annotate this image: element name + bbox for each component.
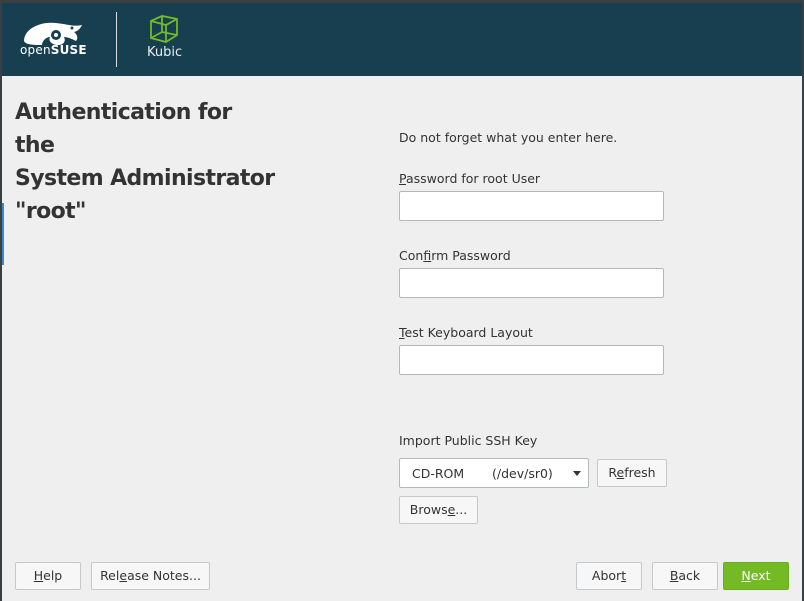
chevron-down-icon [573,471,581,476]
ssh-device-name: CD-ROM [412,466,465,481]
browse-button[interactable]: Browse... [399,496,478,524]
password-label: Password for root User [399,171,541,186]
confirm-password-label: Confirm Password [399,248,511,263]
release-notes-button[interactable]: Release Notes... [91,562,210,590]
kubic-wordmark: Kubic [147,45,183,60]
ssh-key-label: Import Public SSH Key [399,433,538,448]
refresh-button[interactable]: Refresh [597,459,667,487]
header-banner: openSUSE Kubic [2,3,802,76]
opensuse-wordmark: openSUSE [20,43,87,57]
next-button[interactable]: Next [723,562,789,590]
hint-text: Do not forget what you enter here. [399,130,618,145]
banner-divider [116,12,117,67]
installer-window: openSUSE Kubic Authentication for the Sy… [2,3,802,601]
test-keyboard-label: Test Keyboard Layout [399,325,533,340]
kubic-cube-icon [150,15,178,43]
left-accent-bar [2,203,4,265]
test-keyboard-input[interactable] [399,345,664,375]
confirm-password-input[interactable] [399,268,664,298]
ssh-device-select[interactable]: CD-ROM (/dev/sr0) [399,458,589,488]
help-button[interactable]: Help [15,562,81,590]
password-input[interactable] [399,191,664,221]
abort-button[interactable]: Abort [576,562,642,590]
ssh-device-path: (/dev/sr0) [492,466,553,481]
back-button[interactable]: Back [652,562,718,590]
page-title: Authentication for the System Administra… [15,100,275,224]
